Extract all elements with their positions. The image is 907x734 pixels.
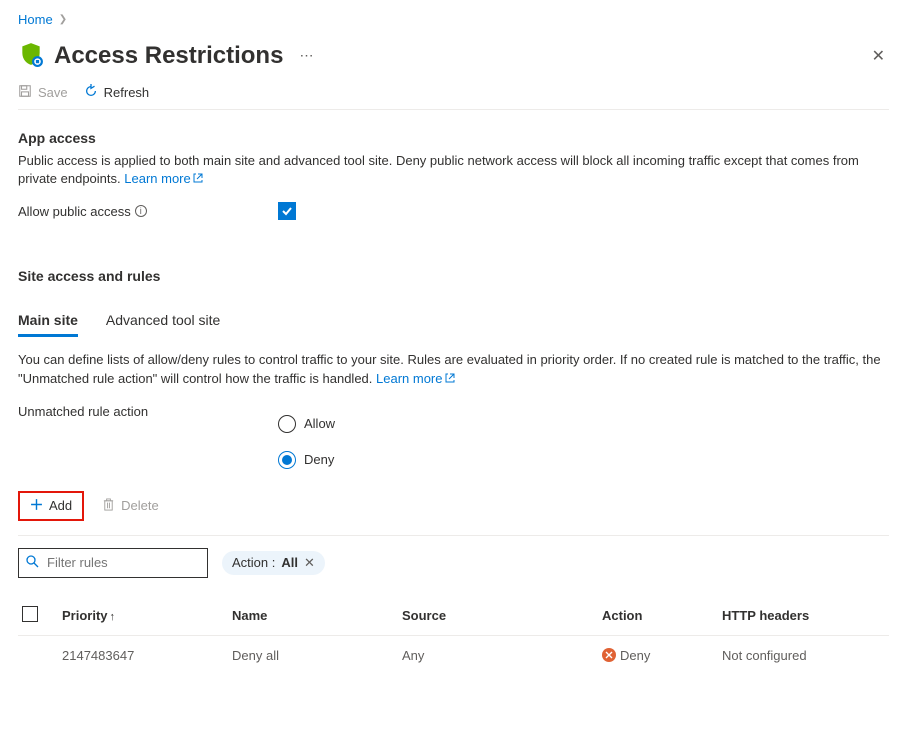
breadcrumb: Home ❯ — [18, 12, 889, 27]
info-icon[interactable]: i — [135, 205, 147, 217]
breadcrumb-home-link[interactable]: Home — [18, 12, 53, 27]
save-button: Save — [18, 84, 68, 101]
close-button[interactable]: ✕ — [868, 42, 889, 70]
header-source[interactable]: Source — [398, 596, 598, 636]
site-rules-heading: Site access and rules — [18, 268, 889, 284]
cell-priority: 2147483647 — [58, 635, 228, 675]
cell-source: Any — [398, 635, 598, 675]
external-link-icon — [193, 170, 203, 180]
radio-allow-label: Allow — [304, 416, 335, 431]
page-header: Access Restrictions ⋯ ✕ — [18, 41, 889, 70]
refresh-icon — [84, 84, 98, 101]
more-menu-icon[interactable]: ⋯ — [299, 47, 315, 64]
filter-row: Action : All ✕ — [18, 535, 889, 578]
radio-icon-selected — [278, 451, 296, 469]
radio-deny-label: Deny — [304, 452, 334, 467]
save-icon — [18, 84, 32, 101]
filter-pill-value: All — [281, 555, 298, 570]
filter-rules-input[interactable] — [45, 554, 201, 571]
delete-button: Delete — [102, 498, 159, 514]
tab-advanced-tool-site[interactable]: Advanced tool site — [106, 312, 220, 337]
command-bar: Save Refresh — [18, 70, 889, 110]
allow-public-access-row: Allow public access i — [18, 202, 889, 220]
add-label: Add — [49, 498, 72, 513]
learn-more-link[interactable]: Learn more — [124, 171, 202, 186]
refresh-label: Refresh — [104, 85, 150, 100]
allow-public-access-label: Allow public access i — [18, 204, 278, 219]
allow-public-access-checkbox[interactable] — [278, 202, 296, 220]
delete-label: Delete — [121, 498, 159, 513]
header-name[interactable]: Name — [228, 596, 398, 636]
refresh-button[interactable]: Refresh — [84, 84, 150, 101]
tab-main-site[interactable]: Main site — [18, 312, 78, 337]
unmatched-rule-label: Unmatched rule action — [18, 404, 278, 419]
radio-deny[interactable]: Deny — [278, 451, 889, 469]
cell-action: Deny — [598, 635, 718, 675]
deny-icon — [602, 648, 616, 662]
sort-asc-icon: ↑ — [110, 611, 116, 623]
external-link-icon — [445, 370, 455, 380]
filter-pill-label: Action : — [232, 555, 275, 570]
add-button[interactable]: Add — [18, 491, 84, 521]
site-rules-description: You can define lists of allow/deny rules… — [18, 351, 888, 387]
checkmark-icon — [281, 205, 293, 217]
header-http[interactable]: HTTP headers — [718, 596, 889, 636]
app-access-description: Public access is applied to both main si… — [18, 152, 888, 188]
header-action[interactable]: Action — [598, 596, 718, 636]
unmatched-rule-radio-group: Allow Deny — [278, 415, 889, 469]
table-row[interactable]: 2147483647 Deny all Any Deny Not configu… — [18, 635, 889, 675]
header-select-all[interactable] — [18, 596, 58, 636]
header-priority[interactable]: Priority↑ — [58, 596, 228, 636]
cell-http: Not configured — [718, 635, 889, 675]
plus-icon — [30, 498, 43, 514]
shield-icon — [18, 41, 44, 70]
action-filter-pill[interactable]: Action : All ✕ — [222, 551, 325, 575]
app-access-heading: App access — [18, 130, 889, 146]
clear-filter-icon[interactable]: ✕ — [304, 555, 315, 571]
search-icon — [25, 554, 39, 571]
filter-input-container[interactable] — [18, 548, 208, 578]
rules-table: Priority↑ Name Source Action HTTP header… — [18, 596, 889, 675]
chevron-right-icon: ❯ — [59, 14, 67, 25]
rules-command-bar: Add Delete — [18, 491, 889, 521]
select-all-checkbox[interactable] — [22, 606, 38, 622]
learn-more-link-rules[interactable]: Learn more — [376, 371, 454, 386]
radio-allow[interactable]: Allow — [278, 415, 889, 433]
save-label: Save — [38, 85, 68, 100]
site-rules-tabs: Main site Advanced tool site — [18, 312, 889, 337]
cell-name: Deny all — [228, 635, 398, 675]
trash-icon — [102, 498, 115, 514]
radio-icon — [278, 415, 296, 433]
page-title: Access Restrictions — [54, 42, 283, 70]
